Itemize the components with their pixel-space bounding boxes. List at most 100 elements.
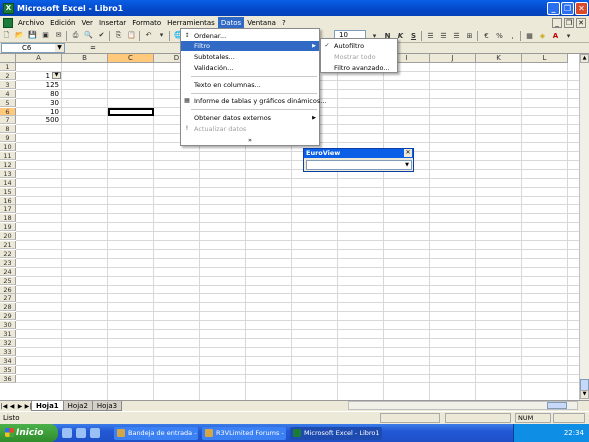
menu-item-texto-columnas[interactable]: Texto en columnas... [181, 80, 319, 90]
horizontal-scrollbar[interactable] [348, 401, 578, 410]
cell-a6[interactable]: 10 [16, 108, 59, 116]
align-center-icon[interactable]: ☰ [438, 31, 449, 42]
sheet-tab-hoja1[interactable]: Hoja1 [31, 401, 64, 411]
cell-a3[interactable]: 125 [16, 81, 59, 89]
new-icon[interactable]: 🗋 [1, 30, 12, 41]
euroview-toolbar[interactable]: EuroView ✕ ▼ [303, 148, 414, 172]
ie-quicklaunch-icon[interactable] [76, 428, 86, 438]
row-header-18[interactable]: 18 [0, 214, 16, 223]
row-header-2[interactable]: 2 [0, 71, 16, 80]
scroll-down-icon[interactable]: ▼ [580, 390, 589, 399]
permission-icon[interactable]: ▣ [40, 30, 51, 41]
column-header-j[interactable]: J [430, 54, 476, 63]
next-sheet-icon[interactable]: ▶ [16, 403, 24, 410]
menu-datos[interactable]: Datos [217, 16, 245, 29]
euroview-currency-select[interactable]: ▼ [306, 160, 412, 170]
column-header-k[interactable]: K [476, 54, 522, 63]
column-header-a[interactable]: A [16, 54, 62, 63]
minimize-button[interactable]: _ [547, 1, 560, 15]
fill-color-icon[interactable]: ◈ [537, 31, 548, 42]
doc-close-button[interactable]: ✕ [576, 17, 586, 28]
cell-a7[interactable]: 500 [16, 116, 59, 124]
row-header-7[interactable]: 7 [0, 116, 16, 125]
row-header-14[interactable]: 14 [0, 178, 16, 187]
menu-item-subtotales[interactable]: Subtotales... [181, 52, 319, 62]
doc-minimize-button[interactable]: _ [552, 17, 562, 28]
menu-item-filtro-avanzado[interactable]: Filtro avanzado... [321, 63, 397, 73]
row-header-29[interactable]: 29 [0, 312, 16, 321]
title-bar[interactable]: X Microsoft Excel - Libro1 _ ❐ ✕ [0, 0, 589, 16]
menu-item-tablas-dinamicas[interactable]: ▦ Informe de tablas y gráficos dinámicos.… [181, 96, 326, 106]
open-icon[interactable]: 📂 [14, 30, 25, 41]
row-header-9[interactable]: 9 [0, 134, 16, 143]
email-icon[interactable]: ✉ [53, 30, 64, 41]
font-color-icon[interactable]: A [550, 31, 561, 42]
merge-center-icon[interactable]: ⊞ [464, 31, 475, 42]
print-icon[interactable]: ⎙ [70, 30, 81, 41]
row-header-11[interactable]: 11 [0, 152, 16, 160]
row-header-33[interactable]: 33 [0, 347, 16, 356]
horizontal-scroll-thumb[interactable] [547, 402, 567, 409]
align-left-icon[interactable]: ☰ [425, 31, 436, 42]
comma-style-icon[interactable]: , [507, 31, 518, 42]
row-header-6[interactable]: 6 [0, 107, 16, 116]
doc-restore-button[interactable]: ❐ [564, 17, 574, 28]
row-header-31[interactable]: 31 [0, 330, 16, 338]
row-header-22[interactable]: 22 [0, 249, 16, 258]
menu-help[interactable]: ? [279, 17, 289, 29]
spelling-icon[interactable]: ✔ [96, 30, 107, 41]
first-sheet-icon[interactable]: |◀ [0, 403, 8, 410]
row-header-36[interactable]: 36 [0, 374, 16, 383]
row-header-30[interactable]: 30 [0, 321, 16, 330]
row-header-12[interactable]: 12 [0, 160, 16, 169]
select-all-corner[interactable] [0, 54, 16, 63]
start-button[interactable]: Inicio [0, 424, 58, 442]
undo-icon[interactable]: ↶ [143, 30, 154, 41]
copy-icon[interactable]: ⎘ [113, 30, 124, 41]
row-header-3[interactable]: 3 [0, 80, 16, 89]
row-header-34[interactable]: 34 [0, 356, 16, 365]
borders-icon[interactable]: ▦ [524, 31, 535, 42]
menu-item-datos-externos[interactable]: Obtener datos externos ▶ [181, 113, 319, 123]
euro-icon[interactable]: € [481, 31, 492, 42]
row-header-1[interactable]: 1 [0, 63, 16, 71]
menu-item-validacion[interactable]: Validación... [181, 63, 319, 73]
print-preview-icon[interactable]: 🔍 [83, 30, 94, 41]
paste-icon[interactable]: 📋 [126, 30, 137, 41]
menu-herramientas[interactable]: Herramientas [164, 17, 218, 29]
row-header-24[interactable]: 24 [0, 267, 16, 276]
menu-expand-chevron-icon[interactable]: » [181, 135, 319, 145]
row-header-16[interactable]: 16 [0, 196, 16, 205]
prev-sheet-icon[interactable]: ◀ [8, 403, 16, 410]
underline-icon[interactable]: S [408, 31, 419, 42]
column-header-b[interactable]: B [62, 54, 108, 63]
row-header-15[interactable]: 15 [0, 187, 16, 196]
cell-a5[interactable]: 30 [16, 99, 59, 107]
row-header-17[interactable]: 17 [0, 205, 16, 214]
menu-item-ordenar[interactable]: ↕ Ordenar... [181, 31, 319, 41]
cell-a2[interactable]: 1 [16, 72, 50, 80]
row-header-20[interactable]: 20 [0, 232, 16, 241]
workbook-icon[interactable] [3, 17, 13, 28]
scroll-up-icon[interactable]: ▲ [580, 54, 589, 63]
percent-icon[interactable]: % [494, 31, 505, 42]
euroview-close-icon[interactable]: ✕ [404, 149, 412, 157]
sheet-tab-hoja2[interactable]: Hoja2 [62, 401, 93, 411]
vertical-scrollbar[interactable]: ▲ ▼ [579, 54, 589, 400]
toolbar-options-icon[interactable]: ▾ [563, 31, 574, 42]
sheet-tab-hoja3[interactable]: Hoja3 [91, 401, 123, 411]
save-icon[interactable]: 💾 [27, 30, 38, 41]
row-header-27[interactable]: 27 [0, 294, 16, 303]
column-header-l[interactable]: L [522, 54, 568, 63]
row-header-4[interactable]: 4 [0, 89, 16, 98]
autofilter-dropdown-icon[interactable]: ▼ [52, 72, 61, 80]
name-box-dropdown-icon[interactable]: ▼ [55, 44, 64, 52]
name-box[interactable]: C6 ▼ [1, 43, 65, 53]
close-button[interactable]: ✕ [575, 1, 588, 15]
row-header-8[interactable]: 8 [0, 125, 16, 134]
menu-ver[interactable]: Ver [79, 17, 96, 29]
menu-ventana[interactable]: Ventana [244, 17, 279, 29]
taskbar-button-excel[interactable]: Microsoft Excel - Libro1 [290, 426, 382, 440]
row-header-13[interactable]: 13 [0, 169, 16, 178]
restore-button[interactable]: ❐ [561, 1, 574, 15]
